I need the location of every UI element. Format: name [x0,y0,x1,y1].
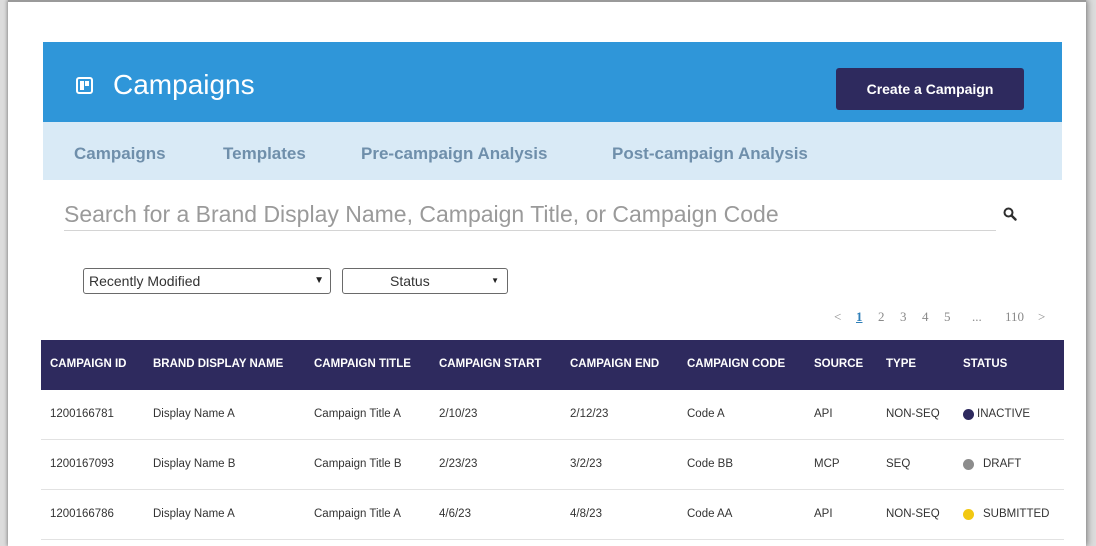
cell-type: SEQ [886,458,911,470]
cell-source: API [814,508,833,520]
table-header: CAMPAIGN ID BRAND DISPLAY NAME CAMPAIGN … [41,340,1064,390]
cell-campaign-end: 2/12/23 [570,408,609,420]
cell-source: API [814,408,833,420]
pagination-page-2[interactable]: 2 [878,309,885,325]
tab-campaigns[interactable]: Campaigns [74,144,166,164]
pagination-page-3[interactable]: 3 [900,309,907,325]
column-header-campaign-title[interactable]: CAMPAIGN TITLE [314,358,411,370]
cell-campaign-start: 2/23/23 [439,458,478,470]
pagination-ellipsis: ... [972,309,982,324]
tab-post-campaign-analysis[interactable]: Post-campaign Analysis [612,144,808,164]
cell-campaign-id: 1200166786 [50,508,114,520]
pagination-page-last[interactable]: 110 [1005,309,1024,325]
cell-campaign-id: 1200167093 [50,458,114,470]
cell-campaign-title: Campaign Title A [314,508,401,520]
cell-campaign-code: Code A [687,408,725,420]
cell-campaign-start: 2/10/23 [439,408,478,420]
tab-templates[interactable]: Templates [223,144,306,164]
pagination-page-5[interactable]: 5 [944,309,951,325]
chevron-down-icon: ▼ [314,275,324,286]
pagination-page-4[interactable]: 4 [922,309,929,325]
pagination-prev[interactable]: < [834,309,841,325]
search-input[interactable] [64,198,996,231]
board-icon [76,77,93,94]
cell-source: MCP [814,458,840,470]
pagination-page-1[interactable]: 1 [856,309,863,325]
caret-down-icon: ▼ [491,276,499,285]
pagination-next[interactable]: > [1038,309,1045,325]
status-dot-icon [963,459,974,470]
table-row[interactable]: 1200166786 Display Name A Campaign Title… [41,490,1064,540]
cell-type: NON-SEQ [886,508,940,520]
app-window: Campaigns Create a Campaign Campaigns Te… [8,0,1086,546]
create-campaign-button[interactable]: Create a Campaign [836,68,1024,110]
cell-campaign-start: 4/6/23 [439,508,471,520]
status-dot-icon [963,409,974,420]
cell-brand-display-name: Display Name A [153,408,235,420]
column-header-brand-display-name[interactable]: BRAND DISPLAY NAME [153,358,283,370]
column-header-campaign-end[interactable]: CAMPAIGN END [570,358,659,370]
column-header-campaign-code[interactable]: CAMPAIGN CODE [687,358,785,370]
cell-campaign-code: Code AA [687,508,733,520]
cell-brand-display-name: Display Name A [153,508,235,520]
cell-campaign-id: 1200166781 [50,408,114,420]
table-row[interactable]: 1200167093 Display Name B Campaign Title… [41,440,1064,490]
column-header-status[interactable]: STATUS [963,358,1007,370]
cell-campaign-title: Campaign Title B [314,458,402,470]
status-badge: DRAFT [983,458,1022,470]
table-row[interactable]: 1200166781 Display Name A Campaign Title… [41,390,1064,440]
page-title: Campaigns [113,69,255,100]
cell-type: NON-SEQ [886,408,940,420]
cell-campaign-end: 3/2/23 [570,458,602,470]
cell-campaign-code: Code BB [687,458,734,470]
cell-campaign-end: 4/8/23 [570,508,602,520]
search-icon[interactable] [1003,207,1017,221]
cell-brand-display-name: Display Name B [153,458,236,470]
status-filter-select[interactable]: Status ▼ [342,268,508,294]
column-header-campaign-id[interactable]: CAMPAIGN ID [50,358,126,370]
column-header-source[interactable]: SOURCE [814,358,863,370]
pagination: < 1 2 3 4 5 ... 110 > [8,309,1086,325]
status-dot-icon [963,509,974,520]
tab-bar: Campaigns Templates Pre-campaign Analysi… [43,122,1062,180]
tab-pre-campaign-analysis[interactable]: Pre-campaign Analysis [361,144,547,164]
column-header-campaign-start[interactable]: CAMPAIGN START [439,358,541,370]
page-header: Campaigns Create a Campaign [43,42,1062,122]
cell-campaign-title: Campaign Title A [314,408,401,420]
status-badge: SUBMITTED [983,508,1050,520]
sort-select[interactable]: Recently Modified ▼ [83,268,331,294]
sort-select-value: Recently Modified [89,273,201,289]
column-header-type[interactable]: TYPE [886,358,916,370]
status-badge: INACTIVE [977,408,1031,420]
status-filter-value: Status [390,273,430,289]
